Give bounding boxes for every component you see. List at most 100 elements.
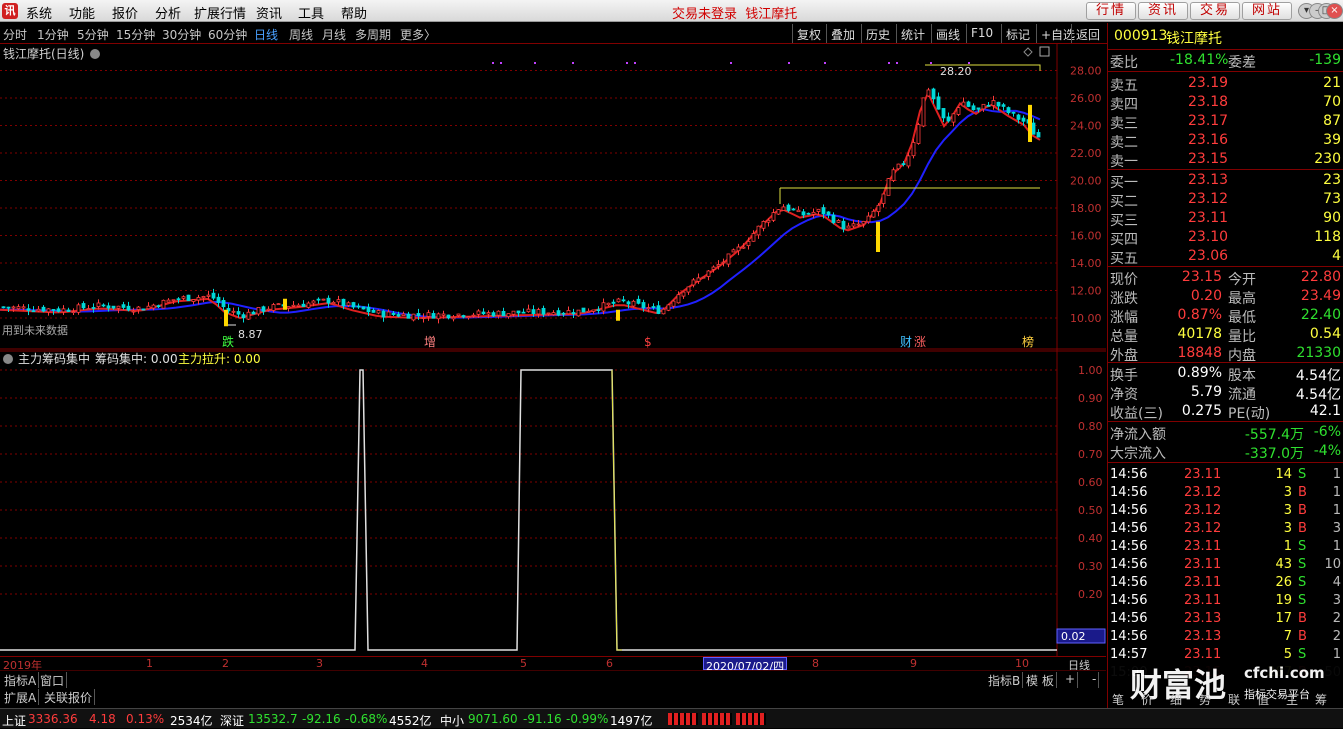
website-button[interactable]: 网站 <box>1242 2 1292 20</box>
ask-row: 卖一 23.15 230 <box>1110 151 1341 170</box>
menu-quote[interactable]: 报价 <box>112 3 138 22</box>
period-tab[interactable]: 多周期 <box>355 26 391 43</box>
y-tick-label: 0.20 <box>1078 588 1103 601</box>
chart-menu-icon[interactable] <box>90 49 100 59</box>
event-marker[interactable]: $ <box>644 335 652 349</box>
history-button[interactable]: 历史 <box>861 24 894 43</box>
tab-extended-a[interactable]: 扩展A <box>2 689 40 705</box>
news-button[interactable]: 资讯 <box>1138 2 1188 20</box>
tick-row: 14:56 23.12 3 B 1 <box>1110 503 1341 518</box>
signal-dot <box>634 62 636 64</box>
y-tick-label: 0.80 <box>1078 420 1103 433</box>
period-tab-more[interactable]: 更多〉 <box>400 26 436 43</box>
quote-panel: 000913 钱江摩托 委比 -18.41% 委差 -139 卖五 23.19 21… <box>1107 23 1343 708</box>
signal-dot <box>626 62 628 64</box>
quote-button[interactable]: 行情 <box>1086 2 1136 20</box>
quote-tab[interactable]: 价 <box>1141 691 1153 708</box>
fundamental-row: 换手 0.89% 股本 4.54亿 <box>1110 365 1341 384</box>
candlestick-chart[interactable]: 28.00 26.00 24.00 22.00 20.00 18.00 16.00 14.00… <box>0 44 1106 350</box>
mark-button[interactable]: 标记 <box>1001 24 1034 43</box>
signal-dot <box>534 62 536 64</box>
menu-function[interactable]: 功能 <box>69 3 95 22</box>
quote-tab[interactable]: 筹 <box>1315 691 1327 708</box>
draw-button[interactable]: 画线 <box>931 24 964 43</box>
stock-header: 000913 钱江摩托 <box>1108 26 1343 48</box>
quote-tab[interactable]: 联 <box>1228 691 1240 708</box>
tick-row: 14:56 23.11 43 S 10 <box>1110 557 1341 572</box>
back-button[interactable]: 返回 <box>1071 24 1104 43</box>
quote-tab[interactable]: 主 <box>1286 691 1298 708</box>
quote-tab[interactable]: 值 <box>1257 691 1269 708</box>
adjust-button[interactable]: 复权 <box>792 24 825 43</box>
stat-row: 涨跌 0.20 最高 23.49 <box>1110 288 1341 307</box>
tick-row: 14:56 23.11 14 S 1 <box>1110 467 1341 482</box>
event-marker[interactable]: 增 <box>424 335 436 349</box>
zoom-in-button[interactable]: + <box>1063 672 1079 688</box>
period-tab[interactable]: 月线 <box>322 26 346 43</box>
period-bar: 分时 1分钟 5分钟 15分钟 30分钟 60分钟 日线 周线 月线 多周期 更… <box>0 23 1107 44</box>
bid-row: 买二 23.12 73 <box>1110 191 1341 210</box>
period-tab[interactable]: 60分钟 <box>208 26 247 43</box>
sz-label: 深证 <box>220 714 245 728</box>
overlay-button[interactable]: 叠加 <box>826 24 859 43</box>
event-marker[interactable]: 财 <box>900 335 912 349</box>
period-tab[interactable]: 周线 <box>289 26 313 43</box>
period-tab[interactable]: 1分钟 <box>37 26 69 43</box>
bid-row: 买三 23.11 90 <box>1110 210 1341 229</box>
event-marker[interactable]: 涨 <box>914 334 926 349</box>
event-marker[interactable]: 跌 <box>222 334 234 349</box>
zoom-out-button[interactable]: - <box>1090 672 1100 688</box>
signal-dot <box>572 62 574 64</box>
tab-related-quote[interactable]: 关联报价 <box>42 689 96 705</box>
y-tick-label: 14.00 <box>1070 257 1102 270</box>
signal-dot <box>896 62 898 64</box>
tick-row: 14:56 23.12 3 B 1 <box>1110 485 1341 500</box>
stock-code: 000913 <box>1114 28 1168 44</box>
close-icon[interactable]: × <box>1326 3 1343 19</box>
quote-tab[interactable]: 笔 <box>1112 691 1124 708</box>
stats-button[interactable]: 统计 <box>896 24 929 43</box>
chart-title: 钱江摩托(日线) <box>3 46 84 61</box>
menu-tools[interactable]: 工具 <box>298 3 324 22</box>
menu-extended-quotes[interactable]: 扩展行情 <box>194 3 246 22</box>
stat-row: 现价 23.15 今开 22.80 <box>1110 269 1341 288</box>
x-label: 4 <box>421 657 428 670</box>
period-tab[interactable]: 30分钟 <box>162 26 201 43</box>
zx-change: -91.16 <box>523 712 562 726</box>
y-tick-label: 26.00 <box>1070 92 1102 105</box>
trade-button[interactable]: 交易 <box>1190 2 1240 20</box>
tab-indicator-b[interactable]: 指标B <box>986 672 1024 688</box>
y-tick-label: 16.00 <box>1070 230 1102 243</box>
period-tab[interactable]: 分时 <box>3 26 27 43</box>
event-marker[interactable]: 榜 <box>1022 334 1034 349</box>
tab-template[interactable]: 模 板 <box>1024 672 1057 688</box>
indicator-chart[interactable]: 1.00 0.90 0.80 0.70 0.60 0.50 0.40 0.30 0.20 主力筹… <box>0 350 1106 656</box>
x-label: 2 <box>222 657 229 670</box>
quote-tab[interactable]: 细 <box>1170 691 1182 708</box>
quote-tab[interactable]: 势 <box>1199 691 1211 708</box>
period-tab[interactable]: 5分钟 <box>77 26 109 43</box>
zx-value: 9071.60 <box>468 712 518 726</box>
y-tick-label: 24.00 <box>1070 120 1102 133</box>
sh-change: 4.18 <box>89 712 116 726</box>
period-tab-daily[interactable]: 日线 <box>254 26 278 43</box>
indicator-menu-icon[interactable] <box>3 354 13 364</box>
stat-row: 涨幅 0.87% 最低 22.40 <box>1110 307 1341 326</box>
tab-indicator-a[interactable]: 指标A <box>2 672 40 688</box>
y-tick-label: 0.60 <box>1078 476 1103 489</box>
zx-pct: -0.99% <box>566 712 609 726</box>
x-label: 9 <box>910 657 917 670</box>
menu-system[interactable]: 系统 <box>26 3 52 22</box>
sz-amount: 4552亿 <box>389 714 432 728</box>
sh-pct: 0.13% <box>126 712 165 726</box>
zx-amount: 1497亿 <box>610 714 653 728</box>
ask-row: 卖四 23.18 70 <box>1110 94 1341 113</box>
period-tab[interactable]: 15分钟 <box>116 26 155 43</box>
tick-row: 14:56 23.13 17 B 2 <box>1110 611 1341 626</box>
menu-analysis[interactable]: 分析 <box>155 3 181 22</box>
menu-help[interactable]: 帮助 <box>341 3 367 22</box>
menu-news[interactable]: 资讯 <box>256 3 282 22</box>
f10-button[interactable]: F10 <box>966 24 997 43</box>
low-label: 8.87 <box>238 328 263 341</box>
tab-window[interactable]: 窗口 <box>38 672 68 688</box>
